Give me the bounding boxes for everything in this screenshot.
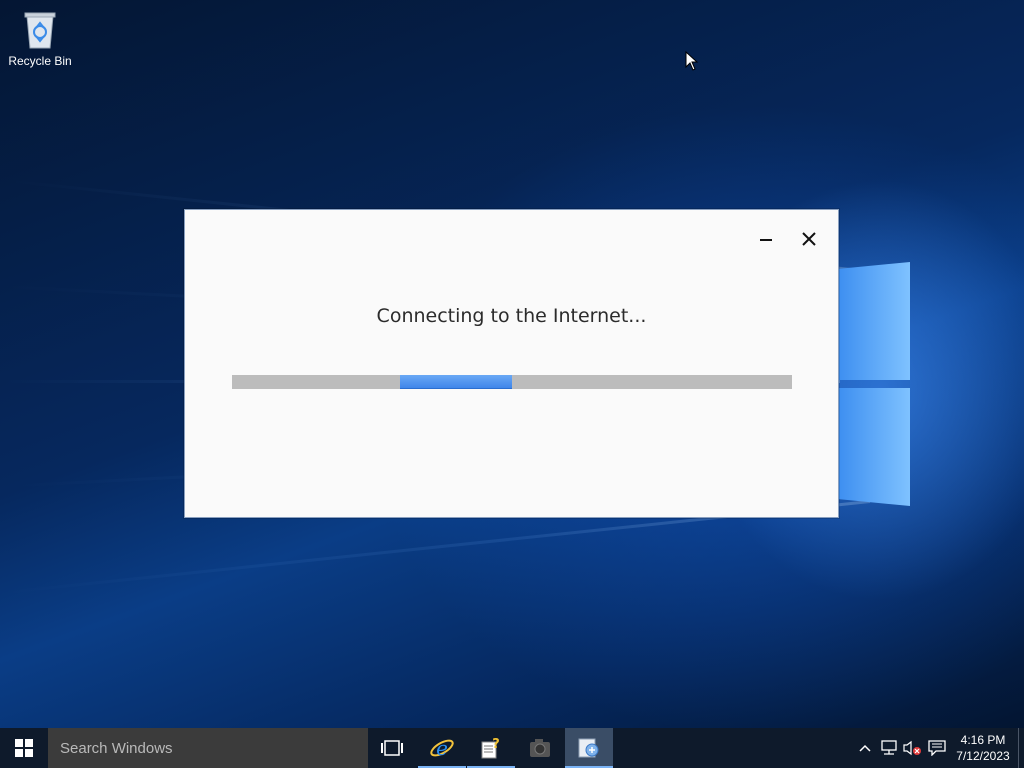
taskbar-app-camera[interactable] xyxy=(516,728,564,768)
connection-status-message: Connecting to the Internet... xyxy=(376,305,647,327)
progress-bar xyxy=(232,375,792,389)
search-placeholder: Search Windows xyxy=(60,739,173,757)
action-center-icon xyxy=(928,740,946,756)
recycle-bin-icon xyxy=(22,10,58,50)
show-hidden-icons-button[interactable] xyxy=(853,728,877,768)
show-desktop-button[interactable] xyxy=(1018,728,1024,768)
action-center-button[interactable] xyxy=(925,728,949,768)
task-view-button[interactable] xyxy=(368,728,416,768)
taskbar: Search Windows e ? 4:16 PM 7/12/2023 xyxy=(0,728,1024,768)
network-button[interactable] xyxy=(877,728,901,768)
search-box[interactable]: Search Windows xyxy=(48,728,368,768)
clock-time: 4:16 PM xyxy=(960,733,1006,747)
taskbar-app-internet-explorer[interactable]: e xyxy=(418,728,466,768)
desktop-icon-recycle-bin[interactable]: Recycle Bin xyxy=(6,8,74,68)
svg-text:?: ? xyxy=(492,737,500,752)
taskbar-app-help-document[interactable]: ? xyxy=(467,728,515,768)
start-button[interactable] xyxy=(0,728,48,768)
windows-start-icon xyxy=(15,739,33,757)
connection-dialog: Connecting to the Internet... xyxy=(184,209,839,518)
taskbar-app-setup-wizard[interactable] xyxy=(565,728,613,768)
internet-explorer-icon: e xyxy=(430,736,454,760)
close-button[interactable] xyxy=(794,226,824,252)
help-document-icon: ? xyxy=(481,737,500,759)
system-clock[interactable]: 4:16 PM 7/12/2023 xyxy=(950,728,1016,768)
desktop-icon-label: Recycle Bin xyxy=(8,54,72,68)
mouse-cursor-icon xyxy=(685,51,699,71)
clock-date: 7/12/2023 xyxy=(956,749,1010,763)
desktop-background: Recycle Bin Connecting to the Internet..… xyxy=(0,0,1024,728)
progress-bar-chunk xyxy=(400,375,512,389)
volume-button[interactable] xyxy=(900,728,924,768)
minimize-button[interactable] xyxy=(751,226,781,252)
task-view-icon xyxy=(381,740,403,756)
close-icon xyxy=(802,232,816,246)
network-icon xyxy=(881,740,897,755)
svg-text:e: e xyxy=(436,736,448,760)
minimize-icon xyxy=(760,239,772,241)
chevron-up-icon xyxy=(859,744,871,752)
camera-icon xyxy=(530,739,550,757)
windows-logo-wallpaper xyxy=(836,262,914,510)
setup-wizard-icon xyxy=(578,738,599,758)
volume-muted-icon xyxy=(903,740,921,756)
